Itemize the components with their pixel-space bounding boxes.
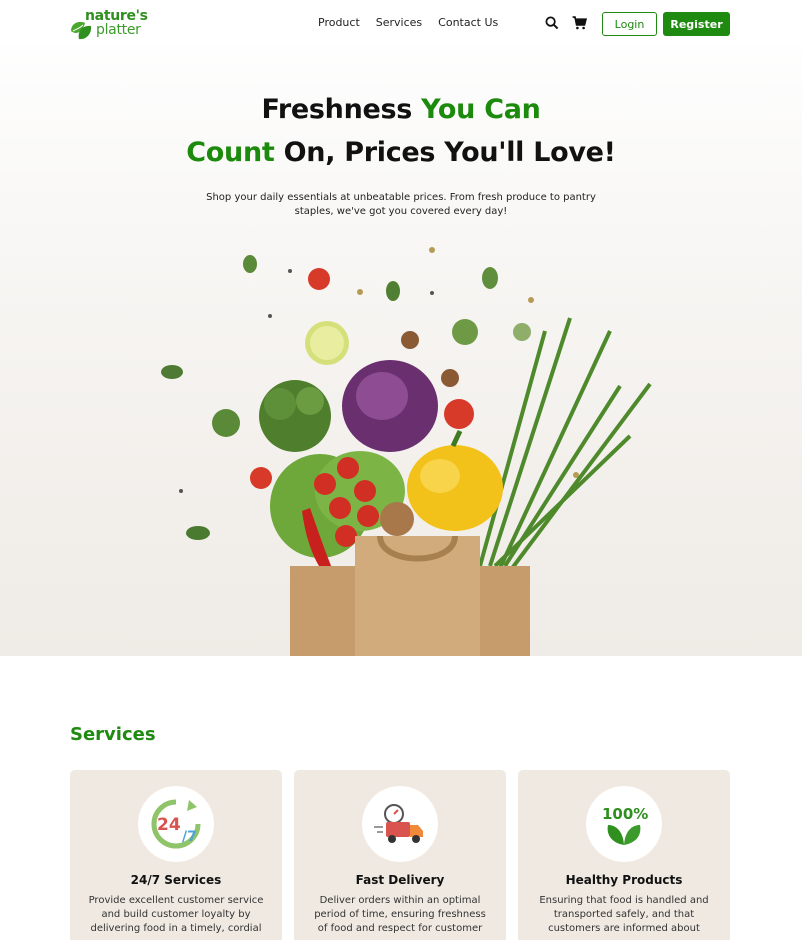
service-description: Ensuring that food is handled and transp… bbox=[539, 895, 709, 934]
service-card-healthy-products: 100% Healthy Products Ensuring that food… bbox=[518, 770, 730, 940]
100-percent-organic-icon: 100% bbox=[586, 786, 662, 862]
hero-title-dark-1: Freshness bbox=[261, 94, 422, 125]
hero-subtitle-line2: staples, we've got you covered every day… bbox=[294, 206, 508, 217]
services-heading: Services bbox=[70, 724, 156, 745]
hero-title-dark-2: On, Prices You'll Love! bbox=[274, 137, 616, 168]
service-title: 24/7 Services bbox=[130, 873, 222, 887]
main-nav: Product Services Contact Us bbox=[318, 16, 498, 29]
cart-icon[interactable] bbox=[570, 14, 588, 32]
delivery-truck-icon bbox=[362, 786, 438, 862]
hero-section: Freshness You Can Count On, Prices You'l… bbox=[0, 46, 802, 656]
site-header: nature's platter Product Services Contac… bbox=[0, 0, 802, 46]
search-icon[interactable] bbox=[543, 14, 561, 32]
svg-text:24: 24 bbox=[157, 815, 181, 835]
24-7-icon: 24 /7 bbox=[138, 786, 214, 862]
nav-item-services[interactable]: Services bbox=[376, 16, 422, 29]
svg-text:100%: 100% bbox=[602, 805, 648, 823]
hero-title-line1: Freshness You Can bbox=[0, 94, 802, 125]
brand-name-line2: platter bbox=[96, 22, 141, 38]
hero-subtitle-line1: Shop your daily essentials at unbeatable… bbox=[206, 192, 596, 203]
hero-title-green-2: Count bbox=[186, 137, 275, 168]
hero-grocery-bag-image bbox=[161, 247, 652, 656]
service-card-24-7: 24 /7 24/7 Services Provide excellent cu… bbox=[70, 770, 282, 940]
service-card-fast-delivery: Fast Delivery Deliver orders within an o… bbox=[294, 770, 506, 940]
brand-logo[interactable]: nature's platter bbox=[69, 9, 159, 41]
service-description: Provide excellent customer service and b… bbox=[88, 895, 264, 934]
login-button[interactable]: Login bbox=[602, 12, 657, 36]
service-description: Deliver orders within an optimal period … bbox=[314, 895, 486, 934]
brand-name-line1: nature's bbox=[85, 8, 148, 24]
hero-title-green-1: You Can bbox=[421, 94, 541, 125]
register-button[interactable]: Register bbox=[663, 12, 730, 36]
service-title: Fast Delivery bbox=[355, 873, 445, 887]
hero-title-line2: Count On, Prices You'll Love! bbox=[0, 137, 802, 168]
nav-item-contact-us[interactable]: Contact Us bbox=[438, 16, 498, 29]
nav-item-product[interactable]: Product bbox=[318, 16, 360, 29]
service-title: Healthy Products bbox=[565, 873, 683, 887]
svg-text:/7: /7 bbox=[182, 829, 197, 845]
